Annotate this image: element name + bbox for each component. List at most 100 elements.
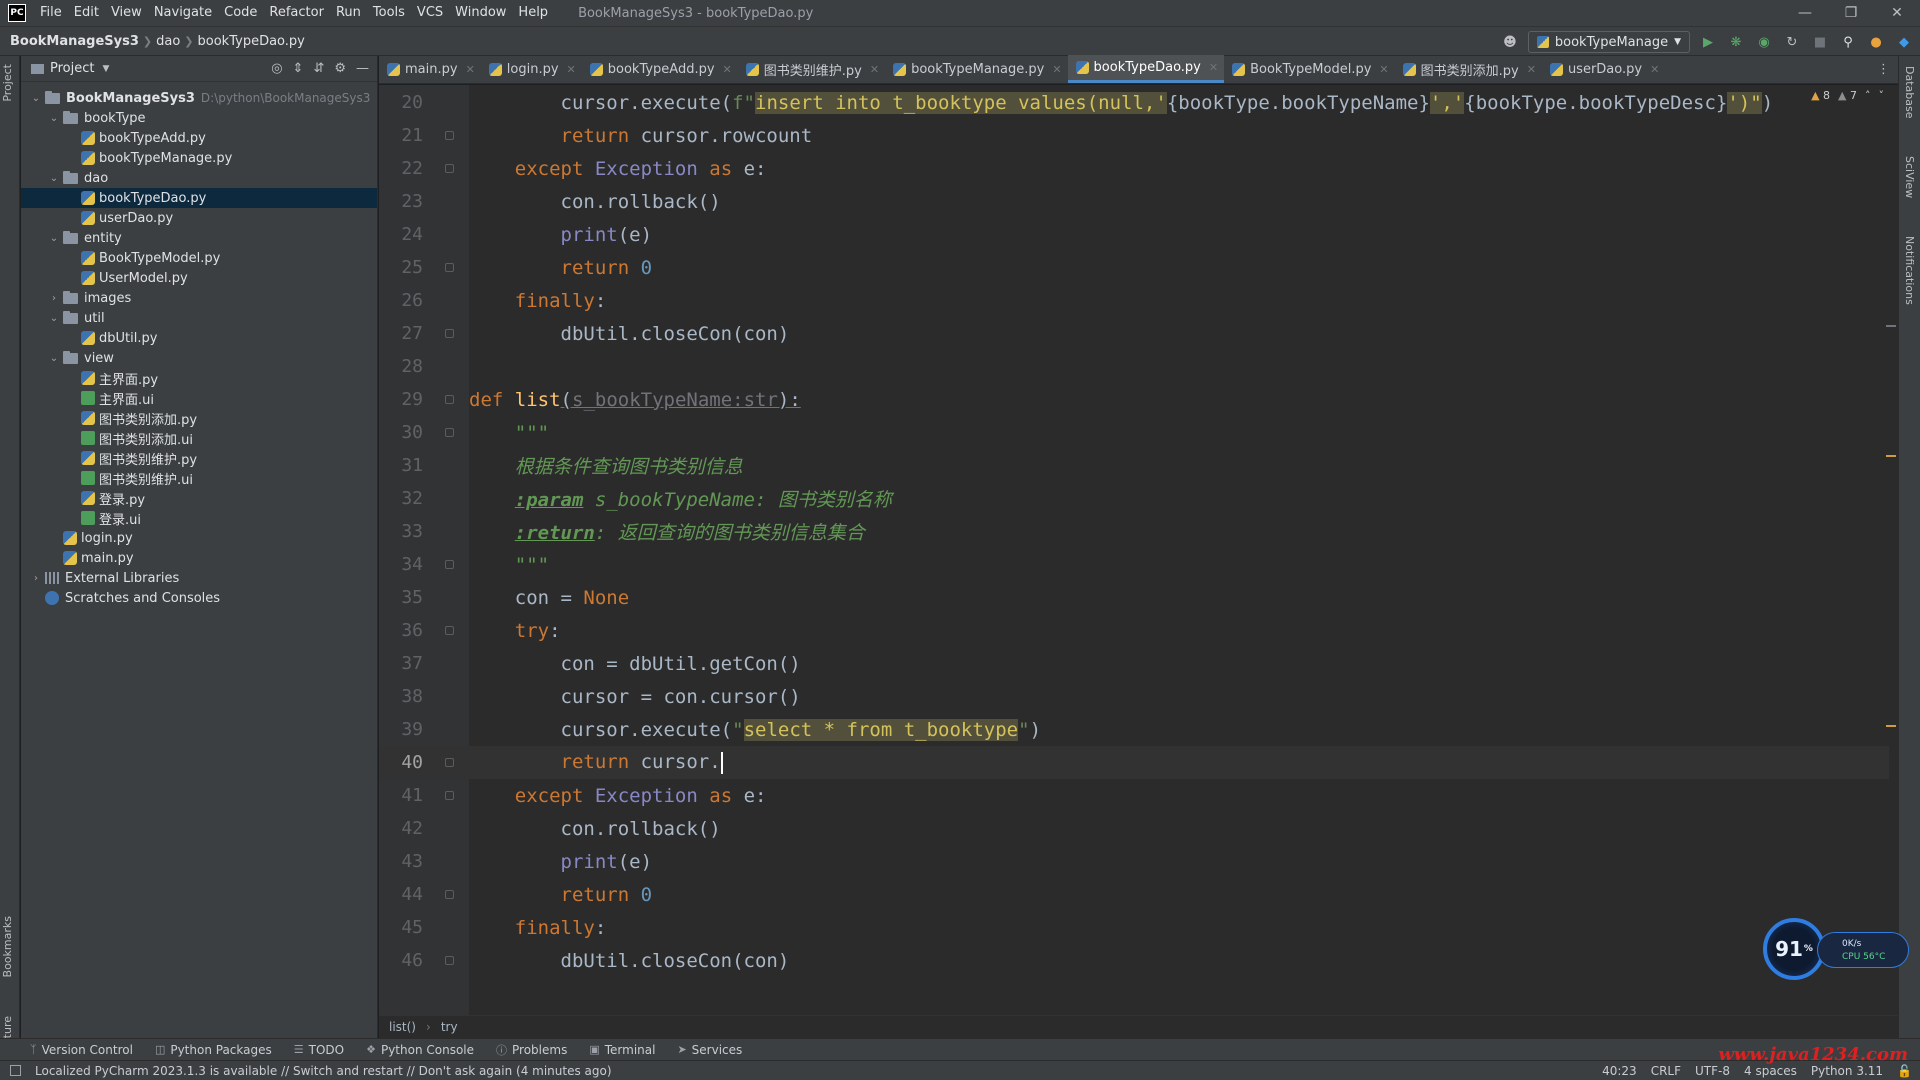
fold-marker[interactable] — [429, 791, 469, 800]
update-icon[interactable]: ● — [1866, 32, 1886, 52]
code-line[interactable]: 44 return 0 — [379, 878, 1889, 911]
code-line[interactable]: 21 return cursor.rowcount — [379, 119, 1889, 152]
database-tool-button[interactable]: Database — [1903, 66, 1916, 119]
code-line[interactable]: 37 con = dbUtil.getCon() — [379, 647, 1889, 680]
profile-icon[interactable]: ↻ — [1782, 32, 1802, 52]
menu-code[interactable]: Code — [218, 0, 263, 26]
user-icon[interactable]: ☻ — [1500, 32, 1520, 52]
nav-file[interactable]: bookTypeDao.py — [194, 34, 309, 49]
menu-run[interactable]: Run — [330, 0, 367, 26]
tree-item[interactable]: ⌄ util — [21, 308, 377, 328]
stop-icon[interactable]: ■ — [1810, 32, 1830, 52]
gear-icon[interactable]: ⚙ — [334, 61, 346, 76]
fold-marker[interactable] — [429, 164, 469, 173]
line-number[interactable]: 25 — [379, 257, 429, 278]
close-tab-icon[interactable]: ✕ — [723, 63, 732, 76]
close-tab-icon[interactable]: ✕ — [1052, 63, 1061, 76]
tree-item[interactable]: main.py — [21, 548, 377, 568]
code-line[interactable]: 25 return 0 — [379, 251, 1889, 284]
scrollbar-marker[interactable] — [1886, 455, 1896, 457]
line-number[interactable]: 41 — [379, 785, 429, 806]
breadcrumb-function[interactable]: list() — [389, 1020, 416, 1034]
bookmarks-tool-button[interactable]: Bookmarks — [1, 916, 14, 977]
line-number[interactable]: 45 — [379, 917, 429, 938]
tree-item[interactable]: bookTypeAdd.py — [21, 128, 377, 148]
tree-item[interactable]: ⌄ dao — [21, 168, 377, 188]
chevron-down-icon[interactable]: ⌄ — [47, 173, 61, 184]
chevron-down-icon[interactable]: ⌄ — [47, 113, 61, 124]
project-tool-button[interactable]: Project — [1, 64, 14, 102]
inspection-widget[interactable]: ▲ 8 ▲ 7 ˄ ˅ — [1811, 85, 1884, 105]
restore-icon[interactable]: ❐ — [1828, 0, 1874, 26]
close-tab-icon[interactable]: ✕ — [466, 63, 475, 76]
code-line[interactable]: 30 """ — [379, 416, 1889, 449]
chevron-down-icon[interactable]: ⌄ — [29, 93, 43, 104]
version-control-button[interactable]: ᛉ Version Control — [30, 1043, 133, 1057]
menu-edit[interactable]: Edit — [68, 0, 105, 26]
fold-marker[interactable] — [429, 131, 469, 140]
search-icon[interactable]: ⚲ — [1838, 32, 1858, 52]
code-line[interactable]: 41 except Exception as e: — [379, 779, 1889, 812]
line-number[interactable]: 24 — [379, 224, 429, 245]
menu-refactor[interactable]: Refactor — [263, 0, 330, 26]
line-number[interactable]: 35 — [379, 587, 429, 608]
code-line[interactable]: 45 finally: — [379, 911, 1889, 944]
code-line[interactable]: 29 def list(s_bookTypeName:str): — [379, 383, 1889, 416]
caret-position[interactable]: 40:23 — [1602, 1064, 1637, 1078]
tree-item[interactable]: ⌄ entity — [21, 228, 377, 248]
line-number[interactable]: 22 — [379, 158, 429, 179]
tree-item[interactable]: dbUtil.py — [21, 328, 377, 348]
tree-item[interactable]: 图书类别添加.py — [21, 408, 377, 428]
nav-project[interactable]: BookManageSys3 — [0, 34, 143, 49]
indent-setting[interactable]: 4 spaces — [1744, 1064, 1797, 1078]
layout-icon[interactable] — [10, 1065, 21, 1076]
line-number[interactable]: 36 — [379, 620, 429, 641]
menu-file[interactable]: File — [34, 0, 68, 26]
fold-marker[interactable] — [429, 395, 469, 404]
line-number[interactable]: 28 — [379, 356, 429, 377]
services-button[interactable]: ➤ Services — [677, 1043, 742, 1057]
tree-item[interactable]: Scratches and Consoles — [21, 588, 377, 608]
fold-marker[interactable] — [429, 329, 469, 338]
editor-tab[interactable]: 图书类别维护.py ✕ — [738, 55, 885, 83]
python-console-button[interactable]: ❖ Python Console — [366, 1043, 474, 1057]
line-number[interactable]: 42 — [379, 818, 429, 839]
python-packages-button[interactable]: ◫ Python Packages — [155, 1043, 272, 1057]
code-line[interactable]: 31 根据条件查询图书类别信息 — [379, 449, 1889, 482]
problems-button[interactable]: ⓘ Problems — [496, 1042, 567, 1058]
chevron-down-icon[interactable]: ⌄ — [47, 353, 61, 364]
tree-item[interactable]: UserModel.py — [21, 268, 377, 288]
nav-folder[interactable]: dao — [152, 34, 184, 49]
chevron-up-icon[interactable]: ˄ — [1865, 89, 1871, 102]
terminal-button[interactable]: ▣ Terminal — [589, 1043, 655, 1057]
update-notification[interactable]: Localized PyCharm 2023.1.3 is available … — [35, 1064, 612, 1078]
lock-icon[interactable]: 🔓 — [1897, 1064, 1912, 1078]
tree-item[interactable]: 主界面.py — [21, 368, 377, 388]
tree-item[interactable]: login.py — [21, 528, 377, 548]
notifications-tool-button[interactable]: Notifications — [1903, 236, 1916, 305]
editor-tab[interactable]: bookTypeAdd.py ✕ — [582, 55, 738, 83]
fold-marker[interactable] — [429, 428, 469, 437]
run-configuration-select[interactable]: bookTypeManage ▼ — [1527, 31, 1690, 53]
scrollbar-marker[interactable] — [1886, 725, 1896, 727]
code-editor[interactable]: 20 cursor.execute(f"insert into t_bookty… — [379, 85, 1898, 1015]
editor-tab[interactable]: bookTypeDao.py ✕ — [1067, 55, 1225, 83]
line-number[interactable]: 46 — [379, 950, 429, 971]
tree-item[interactable]: › images — [21, 288, 377, 308]
run-icon[interactable]: ▶ — [1698, 32, 1718, 52]
scrollbar-marker[interactable] — [1886, 325, 1896, 327]
fold-marker[interactable] — [429, 956, 469, 965]
menu-view[interactable]: View — [105, 0, 148, 26]
python-interpreter[interactable]: Python 3.11 — [1811, 1064, 1883, 1078]
editor-tab[interactable]: BookTypeModel.py ✕ — [1224, 55, 1395, 83]
editor-tab[interactable]: 图书类别添加.py ✕ — [1395, 55, 1542, 83]
tree-item[interactable]: 登录.py — [21, 488, 377, 508]
close-tab-icon[interactable]: ✕ — [1527, 63, 1536, 76]
line-number[interactable]: 23 — [379, 191, 429, 212]
tree-item[interactable]: bookTypeManage.py — [21, 148, 377, 168]
code-line[interactable]: 23 con.rollback() — [379, 185, 1889, 218]
code-line[interactable]: 20 cursor.execute(f"insert into t_bookty… — [379, 86, 1889, 119]
todo-button[interactable]: ☰ TODO — [294, 1043, 344, 1057]
file-encoding[interactable]: UTF-8 — [1695, 1064, 1730, 1078]
line-number[interactable]: 26 — [379, 290, 429, 311]
